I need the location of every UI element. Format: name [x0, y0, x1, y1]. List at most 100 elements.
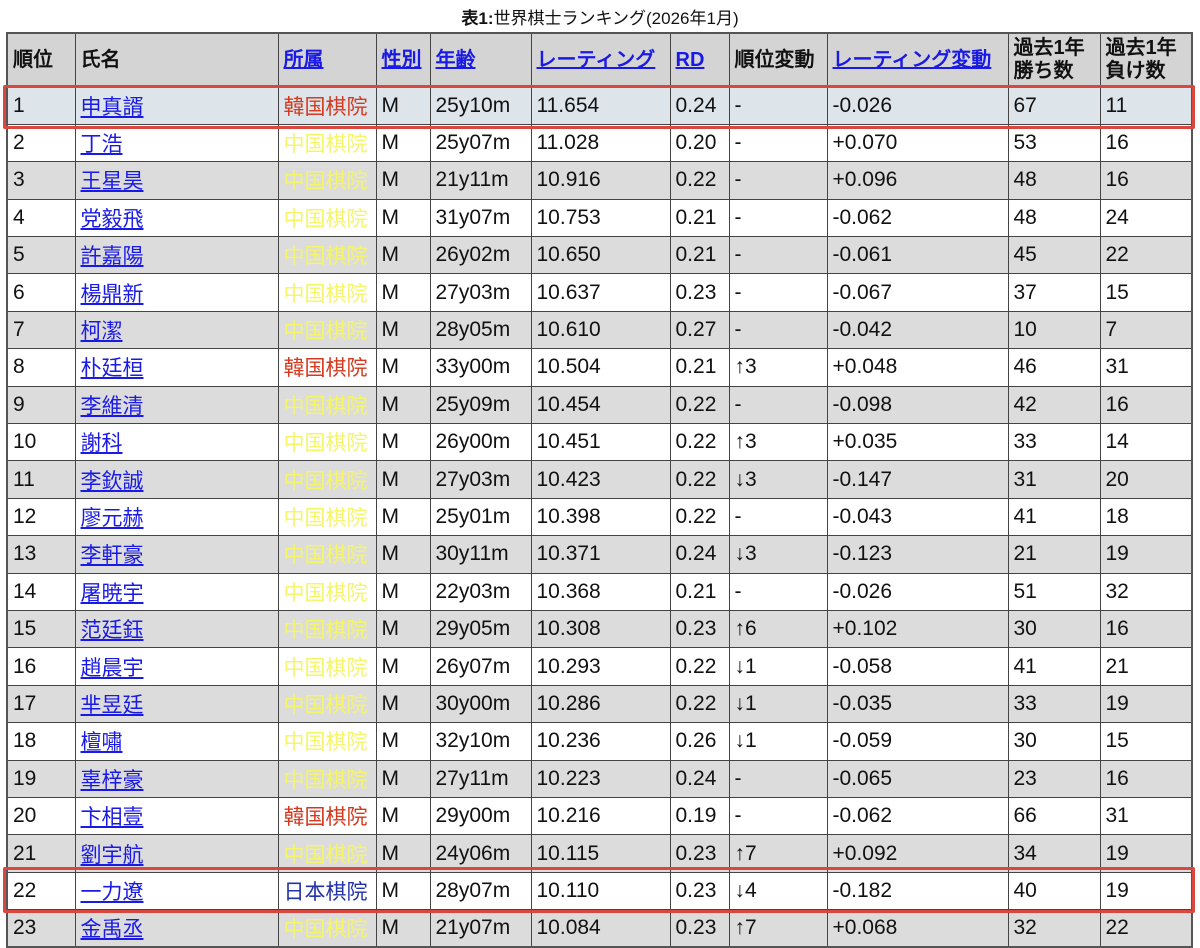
cell-name[interactable]: 申真諝 — [74, 86, 279, 125]
cell-rank-change: - — [728, 385, 828, 425]
player-name-link[interactable]: 丁浩 — [81, 133, 123, 156]
cell-sex: M — [375, 909, 431, 948]
cell-name[interactable]: 金禹丞 — [74, 909, 279, 948]
cell-name[interactable]: 劉宇航 — [74, 834, 279, 873]
cell-name[interactable]: 朴廷桓 — [74, 348, 279, 387]
cell-rank-change: ↑6 — [728, 609, 828, 649]
cell-name[interactable]: 一力遼 — [74, 871, 279, 911]
cell-name[interactable]: 芈昱廷 — [74, 684, 279, 724]
cell-rank-change: - — [728, 273, 828, 312]
cell-rating-change: -0.058 — [826, 647, 1009, 686]
sort-link[interactable]: 年齢 — [436, 49, 476, 71]
affiliation-label: 日本棋院 — [283, 880, 368, 904]
cell-name[interactable]: 王星昊 — [74, 161, 279, 200]
cell-sex: M — [375, 161, 431, 200]
cell-name[interactable]: 李維清 — [74, 385, 279, 425]
cell-rating-change: -0.067 — [826, 273, 1009, 312]
cell-sex: M — [375, 535, 431, 574]
cell-name[interactable]: 許嘉陽 — [74, 236, 279, 275]
player-name-link[interactable]: 李軒豪 — [81, 544, 144, 567]
table-row: 2 丁浩 中国棋院 M 25y07m 11.028 0.20- +0.070 53 16 — [6, 123, 1193, 163]
player-name-link[interactable]: 党毅飛 — [81, 208, 144, 231]
sort-link[interactable]: 性別 — [382, 49, 422, 71]
cell-aff: 中国棋院 — [277, 310, 377, 350]
cell-rating: 11.028 — [530, 123, 671, 163]
player-name-link[interactable]: 辜梓豪 — [81, 769, 144, 792]
column-header[interactable]: 年齢 — [429, 32, 532, 88]
cell-rating-change: -0.059 — [826, 722, 1009, 761]
cell-wins: 37 — [1007, 273, 1101, 312]
player-name-link[interactable]: 柯潔 — [81, 320, 123, 343]
cell-name[interactable]: 趙晨宇 — [74, 647, 279, 686]
sort-link[interactable]: レーティング変動 — [833, 49, 992, 71]
caption-text: 世界棋士ランキング(2026年1月) — [493, 9, 739, 28]
column-header[interactable]: レーティング変動 — [826, 32, 1009, 88]
player-name-link[interactable]: 謝科 — [81, 432, 123, 455]
cell-name[interactable]: 范廷鈺 — [74, 609, 279, 649]
player-name-link[interactable]: 檀嘯 — [81, 731, 123, 754]
player-name-link[interactable]: 屠暁宇 — [81, 582, 144, 605]
cell-name[interactable]: 辜梓豪 — [74, 759, 279, 798]
cell-losses: 20 — [1099, 460, 1193, 499]
cell-rank: 12 — [6, 497, 76, 537]
cell-age: 29y05m — [429, 609, 532, 649]
player-name-link[interactable]: 廖元赫 — [81, 507, 144, 530]
cell-name[interactable]: 党毅飛 — [74, 198, 279, 238]
affiliation-label: 中国棋院 — [283, 170, 368, 194]
column-header[interactable]: RD — [669, 32, 730, 88]
cell-rd: 0.23 — [669, 871, 730, 911]
cell-name[interactable]: 謝科 — [74, 423, 279, 462]
cell-aff: 中国棋院 — [277, 722, 377, 761]
cell-name[interactable]: 李軒豪 — [74, 535, 279, 574]
cell-sex: M — [375, 460, 431, 499]
cell-age: 27y03m — [429, 273, 532, 312]
player-name-link[interactable]: 金禹丞 — [81, 918, 144, 941]
cell-name[interactable]: 丁浩 — [74, 123, 279, 163]
cell-sex: M — [375, 198, 431, 238]
cell-rating: 10.223 — [530, 759, 671, 798]
cell-name[interactable]: 卞相壹 — [74, 796, 279, 836]
player-name-link[interactable]: 王星昊 — [81, 170, 144, 193]
cell-aff: 中国棋院 — [277, 609, 377, 649]
player-name-link[interactable]: 范廷鈺 — [81, 619, 144, 642]
cell-losses: 16 — [1099, 759, 1193, 798]
cell-age: 26y00m — [429, 423, 532, 462]
cell-wins: 66 — [1007, 796, 1101, 836]
cell-name[interactable]: 屠暁宇 — [74, 572, 279, 611]
player-name-link[interactable]: 許嘉陽 — [81, 245, 144, 268]
cell-age: 25y01m — [429, 497, 532, 537]
player-name-link[interactable]: 李維清 — [81, 395, 144, 418]
cell-rating: 10.753 — [530, 198, 671, 238]
cell-rd: 0.26 — [669, 722, 730, 761]
player-name-link[interactable]: 一力遼 — [81, 881, 144, 904]
cell-name[interactable]: 李欽誠 — [74, 460, 279, 499]
table-row: 14 屠暁宇 中国棋院 M 22y03m 10.368 0.21- -0.026 51 32 — [6, 572, 1193, 611]
player-name-link[interactable]: 朴廷桓 — [81, 357, 144, 380]
cell-rank: 16 — [6, 647, 76, 686]
sort-link[interactable]: 所属 — [284, 49, 324, 71]
affiliation-label: 中国棋院 — [283, 843, 368, 867]
cell-name[interactable]: 楊鼎新 — [74, 273, 279, 312]
column-header[interactable]: レーティング — [530, 32, 671, 88]
sort-link[interactable]: RD — [676, 49, 705, 71]
player-name-link[interactable]: 芈昱廷 — [81, 694, 144, 717]
cell-name[interactable]: 廖元赫 — [74, 497, 279, 537]
player-name-link[interactable]: 李欽誠 — [81, 470, 144, 493]
player-name-link[interactable]: 申真諝 — [81, 96, 144, 119]
column-header[interactable]: 性別 — [375, 32, 431, 88]
sort-link[interactable]: レーティング — [537, 49, 656, 71]
cell-rating: 10.286 — [530, 684, 671, 724]
affiliation-label: 中国棋院 — [283, 394, 368, 418]
player-name-link[interactable]: 劉宇航 — [81, 844, 144, 867]
table-header-row: 順位 氏名 所属 性別 年齢 レーティング RD 順位変動 レーティング変動 過去1年勝ち数 過去1… — [6, 32, 1193, 88]
column-header[interactable]: 所属 — [277, 32, 377, 88]
player-name-link[interactable]: 卞相壹 — [81, 806, 144, 829]
cell-name[interactable]: 柯潔 — [74, 310, 279, 350]
cell-rating: 10.084 — [530, 909, 671, 948]
player-name-link[interactable]: 趙晨宇 — [81, 657, 144, 680]
cell-name[interactable]: 檀嘯 — [74, 722, 279, 761]
player-name-link[interactable]: 楊鼎新 — [81, 283, 144, 306]
affiliation-label: 中国棋院 — [283, 432, 368, 456]
cell-age: 27y11m — [429, 759, 532, 798]
ranking-table: 順位 氏名 所属 性別 年齢 レーティング RD 順位変動 レーティング変動 過去1年勝ち数 過去1… — [6, 32, 1193, 948]
